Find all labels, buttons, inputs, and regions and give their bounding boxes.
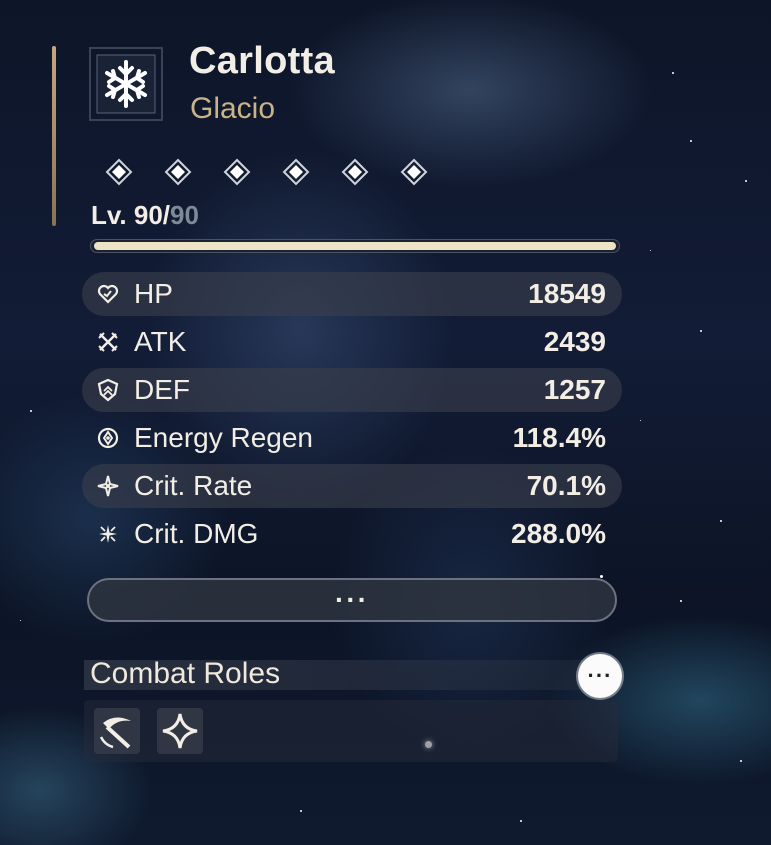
crit-rate-star-icon (95, 473, 121, 499)
level-progress-fill (94, 242, 616, 250)
stat-value: 288.0% (511, 518, 606, 549)
sequence-node-5[interactable] (339, 156, 371, 188)
stat-value: 2439 (543, 326, 606, 357)
def-shield-icon (95, 377, 121, 403)
stats-list: HP 18549 ATK 2439 DEF 1257 Energy Regen … (82, 272, 622, 560)
crit-dmg-burst-icon (95, 521, 121, 547)
diamond-icon (105, 158, 133, 186)
combat-role-1[interactable] (94, 708, 140, 754)
stat-value: 18549 (528, 278, 606, 309)
stat-row-atk: ATK 2439 (82, 320, 622, 364)
character-name: Carlotta (189, 40, 335, 82)
stat-row-crit-rate: Crit. Rate 70.1% (82, 464, 622, 508)
level-current: Lv. 90/ (91, 200, 171, 230)
atk-crossed-swords-icon (95, 329, 121, 355)
stat-row-def: DEF 1257 (82, 368, 622, 412)
stat-row-energy-regen: Energy Regen 118.4% (82, 416, 622, 460)
diamond-icon (282, 158, 310, 186)
stat-label: Crit. DMG (134, 518, 259, 549)
scythe-slash-icon (99, 717, 131, 749)
diamond-icon (223, 158, 251, 186)
stat-value: 1257 (543, 374, 606, 405)
level-progress-bar (90, 239, 620, 253)
four-point-star-icon (162, 713, 198, 749)
character-element: Glacio (190, 92, 276, 125)
stat-label: Energy Regen (134, 422, 314, 453)
stat-row-hp: HP 18549 (82, 272, 622, 316)
sequence-nodes (103, 156, 430, 188)
diamond-icon (400, 158, 428, 186)
diamond-icon (341, 158, 369, 186)
sequence-node-3[interactable] (221, 156, 253, 188)
stat-value: 118.4% (512, 422, 606, 453)
level-max: 90 (170, 200, 199, 230)
energy-regen-icon (95, 425, 121, 451)
level-indicator: Lv. 90/90 (91, 200, 199, 231)
element-emblem (87, 44, 165, 124)
snowflake-icon (89, 47, 163, 121)
combat-roles-title: Combat Roles (90, 657, 281, 690)
more-stats-button[interactable]: ··· (87, 578, 617, 622)
stat-label: Crit. Rate (134, 470, 253, 501)
diamond-icon (164, 158, 192, 186)
sequence-node-2[interactable] (162, 156, 194, 188)
stat-value: 70.1% (526, 470, 606, 501)
stat-label: ATK (134, 326, 187, 357)
combat-roles-info-button[interactable]: ··· (578, 654, 622, 698)
sequence-node-4[interactable] (280, 156, 312, 188)
stat-label: DEF (134, 374, 190, 405)
combat-role-2[interactable] (157, 708, 203, 754)
stat-row-crit-dmg: Crit. DMG 288.0% (82, 512, 622, 556)
sequence-node-1[interactable] (103, 156, 135, 188)
hp-heart-icon (95, 281, 121, 307)
sequence-node-6[interactable] (398, 156, 430, 188)
panel-accent-bar (52, 46, 56, 226)
stat-label: HP (134, 278, 173, 309)
